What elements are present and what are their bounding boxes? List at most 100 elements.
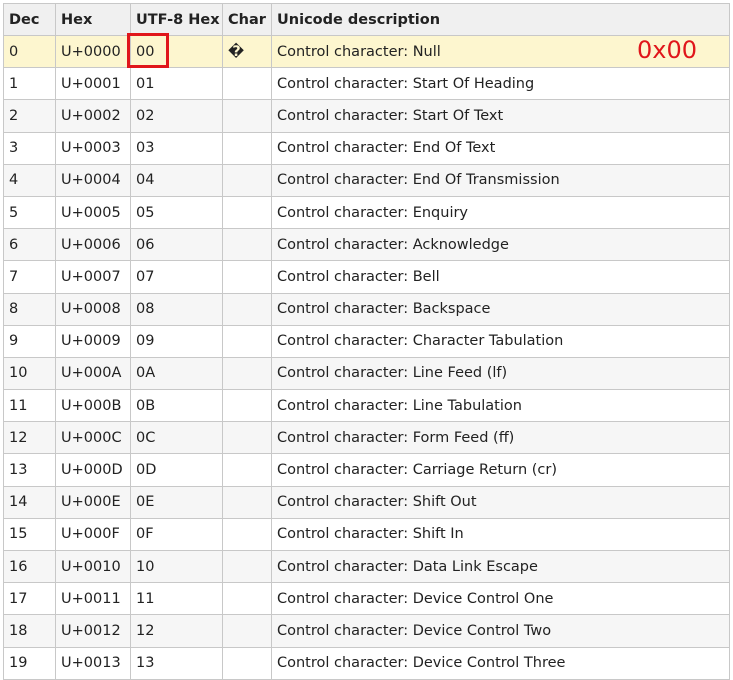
table-row: 7 U+0007 07 Control character: Bell — [3, 260, 730, 294]
cell-description: Control character: Shift In — [271, 517, 730, 552]
cell-dec: 5 — [3, 195, 56, 230]
cell-dec: 11 — [3, 389, 56, 423]
cell-char — [222, 453, 272, 487]
cell-description: Control character: Start Of Text — [271, 99, 730, 133]
table-row: 18 U+0012 12 Control character: Device C… — [3, 614, 730, 648]
table-row: 14 U+000E 0E Control character: Shift Ou… — [3, 485, 730, 519]
cell-description: Control character: Bell — [271, 260, 730, 294]
cell-char — [222, 646, 272, 680]
cell-hex: U+0010 — [55, 549, 131, 584]
cell-utf8-hex: 03 — [130, 131, 223, 165]
cell-dec: 4 — [3, 163, 56, 197]
cell-char — [222, 195, 272, 230]
cell-description: Control character: Enquiry — [271, 195, 730, 230]
cell-hex: U+000A — [55, 356, 131, 391]
cell-hex: U+000E — [55, 485, 131, 519]
table-row: 6 U+0006 06 Control character: Acknowled… — [3, 228, 730, 262]
cell-description: Control character: Character Tabulation — [271, 324, 730, 358]
table-row: 17 U+0011 11 Control character: Device C… — [3, 582, 730, 616]
cell-hex: U+0012 — [55, 614, 131, 648]
column-header-dec: Dec — [3, 3, 56, 36]
cell-description: Control character: Carriage Return (cr) — [271, 453, 730, 487]
cell-hex: U+0005 — [55, 195, 131, 230]
cell-utf8-hex: 0D — [130, 453, 223, 487]
table-row: 15 U+000F 0F Control character: Shift In — [3, 517, 730, 552]
cell-hex: U+000D — [55, 453, 131, 487]
cell-char — [222, 99, 272, 133]
table-row: 16 U+0010 10 Control character: Data Lin… — [3, 549, 730, 584]
cell-hex: U+0008 — [55, 292, 131, 326]
cell-utf8-hex: 11 — [130, 582, 223, 616]
cell-description: Control character: Shift Out — [271, 485, 730, 519]
table-body: 0 U+0000 00 � Control character: Null 1 … — [3, 34, 730, 680]
cell-hex: U+0002 — [55, 99, 131, 133]
cell-dec: 10 — [3, 356, 56, 391]
cell-dec: 1 — [3, 67, 56, 101]
cell-hex: U+0006 — [55, 228, 131, 262]
cell-utf8-hex: 08 — [130, 292, 223, 326]
cell-description: Control character: Form Feed (ff) — [271, 421, 730, 455]
cell-char — [222, 582, 272, 616]
table-row: 12 U+000C 0C Control character: Form Fee… — [3, 421, 730, 455]
table-row: 4 U+0004 04 Control character: End Of Tr… — [3, 163, 730, 197]
column-header-char: Char — [222, 3, 272, 36]
cell-char — [222, 485, 272, 519]
cell-dec: 14 — [3, 485, 56, 519]
cell-utf8-hex: 04 — [130, 163, 223, 197]
table-header-row: Dec Hex UTF-8 Hex Char Unicode descripti… — [3, 3, 730, 36]
cell-utf8-hex: 09 — [130, 324, 223, 358]
cell-char — [222, 549, 272, 584]
cell-utf8-hex: 00 — [130, 34, 223, 69]
cell-description: Control character: Line Tabulation — [271, 389, 730, 423]
cell-utf8-hex: 0A — [130, 356, 223, 391]
cell-char — [222, 228, 272, 262]
cell-char — [222, 389, 272, 423]
table-row: 13 U+000D 0D Control character: Carriage… — [3, 453, 730, 487]
cell-dec: 19 — [3, 646, 56, 680]
cell-description: Control character: Device Control Three — [271, 646, 730, 680]
cell-description: Control character: End Of Transmission — [271, 163, 730, 197]
cell-utf8-hex: 02 — [130, 99, 223, 133]
cell-description: Control character: Device Control One — [271, 582, 730, 616]
cell-dec: 6 — [3, 228, 56, 262]
cell-description: Control character: Device Control Two — [271, 614, 730, 648]
cell-char: � — [222, 34, 272, 69]
cell-char — [222, 324, 272, 358]
table-row: 8 U+0008 08 Control character: Backspace — [3, 292, 730, 326]
cell-char — [222, 517, 272, 552]
cell-dec: 7 — [3, 260, 56, 294]
cell-dec: 16 — [3, 549, 56, 584]
cell-description: Control character: Start Of Heading — [271, 67, 730, 101]
cell-char — [222, 163, 272, 197]
unicode-table: Dec Hex UTF-8 Hex Char Unicode descripti… — [3, 3, 730, 680]
column-header-hex: Hex — [55, 3, 131, 36]
cell-hex: U+000F — [55, 517, 131, 552]
table-row: 0 U+0000 00 � Control character: Null — [3, 34, 730, 69]
table-row: 9 U+0009 09 Control character: Character… — [3, 324, 730, 358]
column-header-description: Unicode description — [271, 3, 730, 36]
table-row: 2 U+0002 02 Control character: Start Of … — [3, 99, 730, 133]
cell-hex: U+000C — [55, 421, 131, 455]
cell-dec: 15 — [3, 517, 56, 552]
cell-dec: 17 — [3, 582, 56, 616]
cell-hex: U+0013 — [55, 646, 131, 680]
cell-dec: 2 — [3, 99, 56, 133]
cell-utf8-hex: 01 — [130, 67, 223, 101]
cell-utf8-hex: 06 — [130, 228, 223, 262]
table-row: 3 U+0003 03 Control character: End Of Te… — [3, 131, 730, 165]
cell-dec: 13 — [3, 453, 56, 487]
cell-utf8-hex: 0F — [130, 517, 223, 552]
cell-utf8-hex: 13 — [130, 646, 223, 680]
cell-utf8-hex: 0B — [130, 389, 223, 423]
cell-utf8-hex: 10 — [130, 549, 223, 584]
cell-char — [222, 67, 272, 101]
cell-hex: U+0000 — [55, 34, 131, 69]
cell-char — [222, 421, 272, 455]
cell-hex: U+0004 — [55, 163, 131, 197]
table-row: 10 U+000A 0A Control character: Line Fee… — [3, 356, 730, 391]
cell-description: Control character: Line Feed (lf) — [271, 356, 730, 391]
cell-char — [222, 131, 272, 165]
cell-hex: U+0011 — [55, 582, 131, 616]
annotation-label: 0x00 — [637, 36, 698, 64]
cell-dec: 12 — [3, 421, 56, 455]
